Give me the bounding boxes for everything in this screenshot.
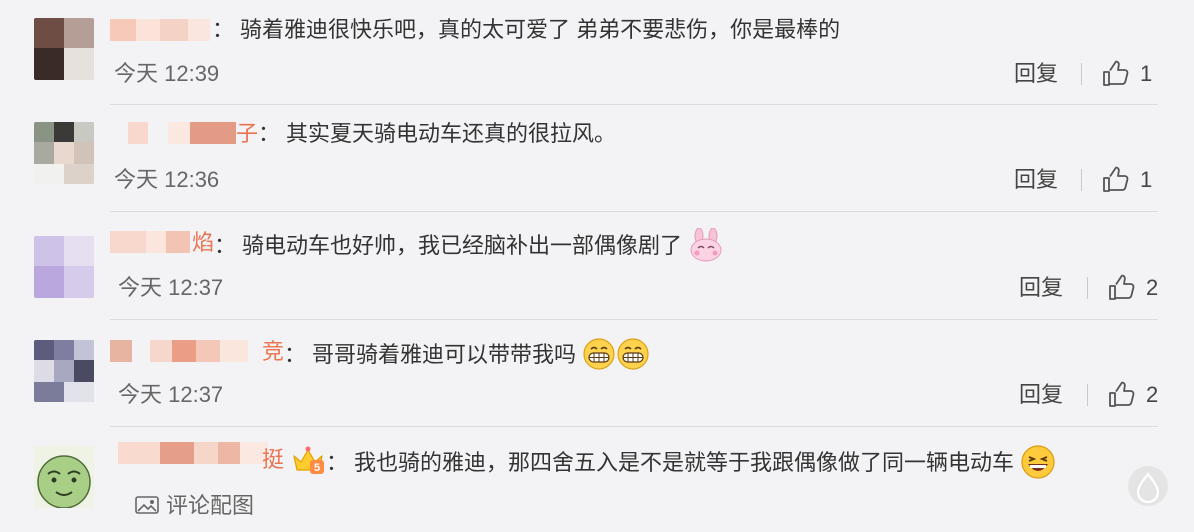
comment-divider (110, 211, 1158, 212)
thumbs-up-icon[interactable] (1107, 381, 1135, 409)
comment-text: ：我也骑的雅迪，那四舍五入是不是就等于我跟偶像做了同一辆电动车 (326, 445, 1056, 482)
comment-time: 今天 12:37 (118, 275, 224, 300)
comment-text: ：其实夏天骑电动车还真的很拉风。 (258, 121, 617, 146)
divider (1081, 63, 1082, 85)
reply-button[interactable]: 回复 (1019, 382, 1063, 408)
divider (1087, 277, 1088, 299)
username-tail[interactable]: 焰 (192, 230, 214, 256)
reply-button[interactable]: 回复 (1019, 275, 1063, 301)
like-count: 1 (1140, 167, 1153, 192)
image-comment-button[interactable]: 评论配图 (134, 493, 254, 519)
username-tail[interactable]: 竞 (262, 339, 284, 365)
avatar[interactable] (34, 340, 94, 402)
avatar[interactable] (34, 236, 94, 298)
grin-emoji-icon (617, 338, 649, 370)
thumbs-up-icon[interactable] (1101, 60, 1129, 88)
comment-time: 今天 12:39 (114, 61, 220, 86)
thumbs-up-icon[interactable] (1101, 166, 1129, 194)
laughing-emoji-icon (1021, 445, 1055, 479)
divider (1087, 384, 1088, 406)
comment-time: 今天 12:36 (114, 167, 220, 192)
username-tail[interactable]: 子 (236, 121, 258, 147)
scroll-to-top-button[interactable] (1128, 466, 1168, 506)
avatar[interactable] (34, 446, 94, 508)
divider (1081, 169, 1082, 191)
reply-button[interactable]: 回复 (1014, 61, 1058, 87)
comment-divider (110, 319, 1158, 320)
grin-emoji-icon (583, 338, 615, 370)
username-blurred[interactable] (128, 122, 238, 146)
comment-time: 今天 12:37 (118, 382, 224, 407)
bunny-face-icon (690, 228, 722, 262)
avatar[interactable] (34, 18, 94, 80)
like-count: 2 (1146, 275, 1159, 300)
comment-text: ：骑着雅迪很快乐吧，真的太可爱了 弟弟不要悲伤，你是最棒的 (212, 17, 841, 42)
comment-divider (110, 426, 1158, 427)
image-icon (135, 496, 159, 514)
username-blurred[interactable] (110, 19, 210, 43)
like-count: 1 (1140, 61, 1153, 86)
username-tail[interactable]: 挺 (262, 447, 284, 473)
image-comment-label: 评论配图 (166, 493, 255, 518)
thumbs-up-icon[interactable] (1107, 274, 1135, 302)
crown-badge-icon: 5 (293, 446, 324, 474)
comment-divider (110, 104, 1158, 105)
comment-text: ：哥哥骑着雅迪可以带带我吗 (284, 338, 650, 373)
reply-button[interactable]: 回复 (1014, 167, 1058, 193)
username-blurred[interactable] (110, 231, 190, 255)
comment-text: ：骑电动车也好帅，我已经脑补出一部偶像剧了 (214, 228, 724, 264)
username-blurred[interactable] (118, 442, 268, 466)
username-blurred[interactable] (110, 340, 250, 364)
avatar[interactable] (34, 122, 94, 184)
like-count: 2 (1146, 382, 1159, 407)
svg-text:5: 5 (314, 462, 320, 474)
